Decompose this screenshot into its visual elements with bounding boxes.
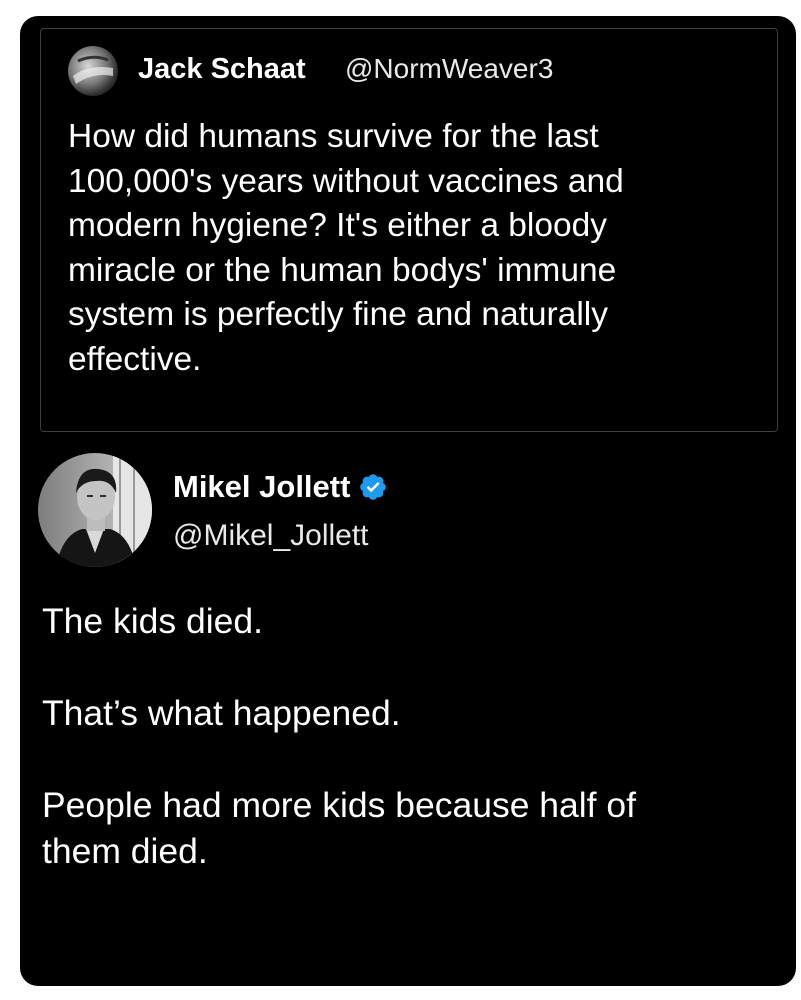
quoted-author-name[interactable]: Jack Schaat xyxy=(138,49,306,89)
quoted-author-avatar[interactable] xyxy=(68,46,118,96)
reply-paragraph: People had more kids because half of the… xyxy=(42,782,782,874)
quoted-text-line: 100,000's years without vaccines and xyxy=(68,162,624,200)
reply-text-line: That’s what happened. xyxy=(42,693,401,733)
quoted-text-line: How did humans survive for the last xyxy=(68,118,599,155)
reply-tweet-text: The kids died. That’s what happened. Peo… xyxy=(42,598,782,920)
quoted-text-line: modern hygiene? It's either a bloody xyxy=(68,207,608,244)
quoted-tweet-text: How did humans survive for the last 100,… xyxy=(68,115,768,382)
quoted-author-handle[interactable]: @NormWeaver3 xyxy=(345,49,553,89)
reply-paragraph: That’s what happened. xyxy=(42,690,782,736)
reply-paragraph: The kids died. xyxy=(42,598,782,644)
quoted-text-line: effective. xyxy=(68,340,202,378)
reply-author-avatar[interactable] xyxy=(38,453,152,567)
reply-author-handle[interactable]: @Mikel_Jollett xyxy=(173,516,369,556)
tweet-card[interactable]: Jack Schaat @NormWeaver3 How did humans … xyxy=(20,16,796,986)
verified-badge-icon xyxy=(360,474,387,500)
reply-text-line: The kids died. xyxy=(42,601,264,641)
reply-text-line: People had more kids because half of xyxy=(42,785,637,825)
reply-author-name[interactable]: Mikel Jollett xyxy=(173,467,388,507)
reply-text-line: them died. xyxy=(42,831,208,871)
reply-author-name-text[interactable]: Mikel Jollett xyxy=(173,467,350,507)
quoted-tweet[interactable]: Jack Schaat @NormWeaver3 How did humans … xyxy=(40,28,778,432)
quoted-text-line: system is perfectly fine and naturally xyxy=(68,296,608,333)
quoted-text-line: miracle or the human bodys' immune xyxy=(68,251,617,289)
